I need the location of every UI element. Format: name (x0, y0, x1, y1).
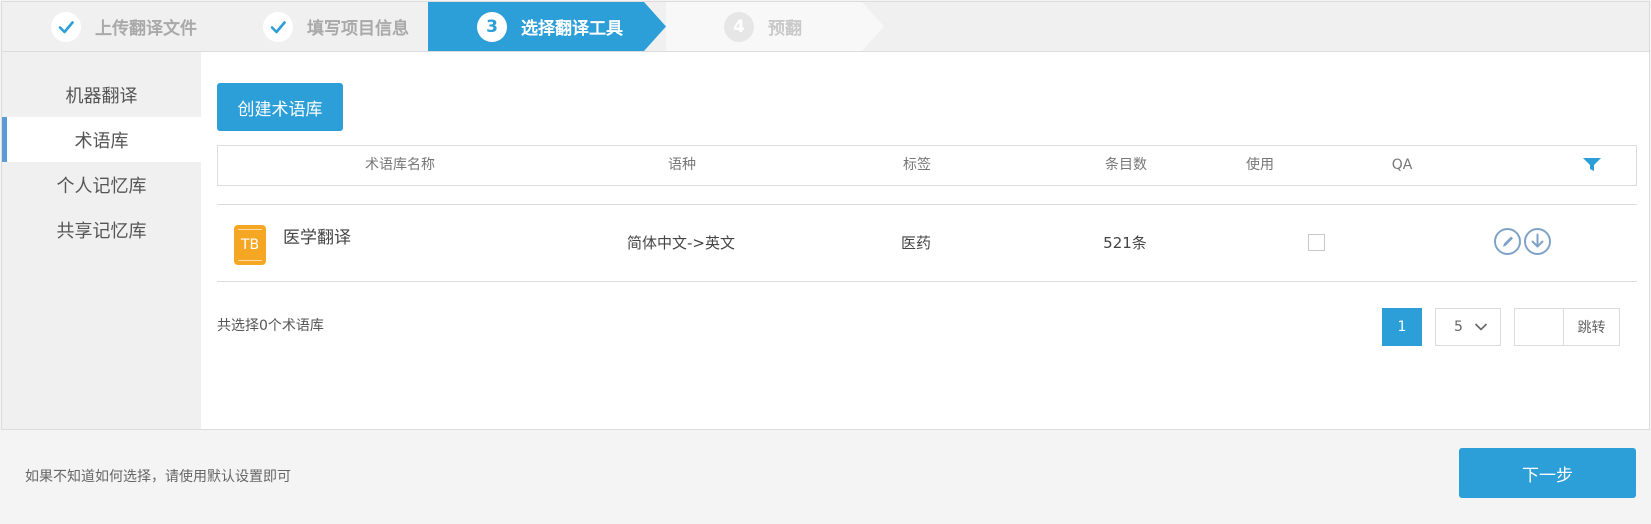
sidebar: 机器翻译 术语库 个人记忆库 共享记忆库 (2, 52, 201, 429)
sidebar-item-label: 机器翻译 (65, 85, 138, 107)
edit-icon[interactable] (1493, 227, 1522, 256)
sidebar-item-termbase[interactable]: 术语库 (2, 117, 201, 162)
page-button-current[interactable]: 1 (1382, 308, 1422, 346)
column-header-tag: 标签 (903, 157, 931, 173)
step-upload-file: 上传翻译文件 (51, 2, 197, 51)
termbase-language: 简体中文->英文 (627, 234, 735, 252)
termbase-tag: 医药 (900, 234, 932, 252)
step-label: 选择翻译工具 (521, 19, 623, 39)
step-label: 填写项目信息 (307, 19, 409, 39)
sidebar-item-shared-memory[interactable]: 共享记忆库 (2, 207, 201, 252)
check-icon (51, 11, 81, 42)
column-header-language: 语种 (668, 157, 696, 173)
column-header-name: 术语库名称 (365, 157, 435, 173)
check-icon (263, 11, 293, 42)
step-label: 预翻 (768, 19, 802, 39)
step-select-tools: 3 选择翻译工具 (428, 2, 666, 51)
page-size-value: 5 (1454, 319, 1463, 335)
column-header-use: 使用 (1246, 157, 1274, 173)
page-size-select[interactable]: 5 (1435, 308, 1501, 346)
sidebar-item-label: 共享记忆库 (56, 220, 147, 242)
sidebar-item-label: 个人记忆库 (56, 175, 147, 197)
termbase-count: 521条 (1103, 234, 1147, 252)
use-checkbox[interactable] (1308, 234, 1325, 251)
selected-count-text: 共选择0个术语库 (217, 318, 324, 334)
page-jump-input[interactable] (1514, 308, 1564, 346)
step-number: 3 (477, 11, 507, 42)
filter-icon[interactable] (1582, 157, 1602, 173)
termbase-name: 医学翻译 (283, 228, 351, 248)
hint-text: 如果不知道如何选择，请使用默认设置即可 (25, 469, 291, 485)
tools-panel: 机器翻译 术语库 个人记忆库 共享记忆库 创建术语库 术语库名称 语种 标签 条… (1, 52, 1650, 430)
sidebar-item-machine-translation[interactable]: 机器翻译 (2, 72, 201, 117)
download-icon[interactable] (1523, 227, 1552, 256)
table-header: 术语库名称 语种 标签 条目数 使用 QA (217, 145, 1637, 186)
sidebar-item-personal-memory[interactable]: 个人记忆库 (2, 162, 201, 207)
termbase-icon: TB (234, 225, 266, 265)
step-number: 4 (724, 11, 754, 42)
create-termbase-button[interactable]: 创建术语库 (217, 83, 343, 131)
step-project-info: 填写项目信息 (263, 2, 409, 51)
step-pretranslate: 4 预翻 (666, 2, 884, 51)
column-header-qa: QA (1391, 157, 1413, 173)
next-step-button[interactable]: 下一步 (1459, 448, 1636, 498)
step-label: 上传翻译文件 (95, 19, 197, 39)
page-jump-button[interactable]: 跳转 (1563, 308, 1620, 346)
chevron-down-icon (1474, 323, 1488, 331)
step-progress-bar: 上传翻译文件 填写项目信息 3 选择翻译工具 4 预翻 (1, 1, 1650, 52)
sidebar-item-label: 术语库 (74, 130, 129, 152)
column-header-count: 条目数 (1105, 157, 1147, 173)
table-row: TB 医学翻译 简体中文->英文 医药 521条 (217, 204, 1637, 282)
